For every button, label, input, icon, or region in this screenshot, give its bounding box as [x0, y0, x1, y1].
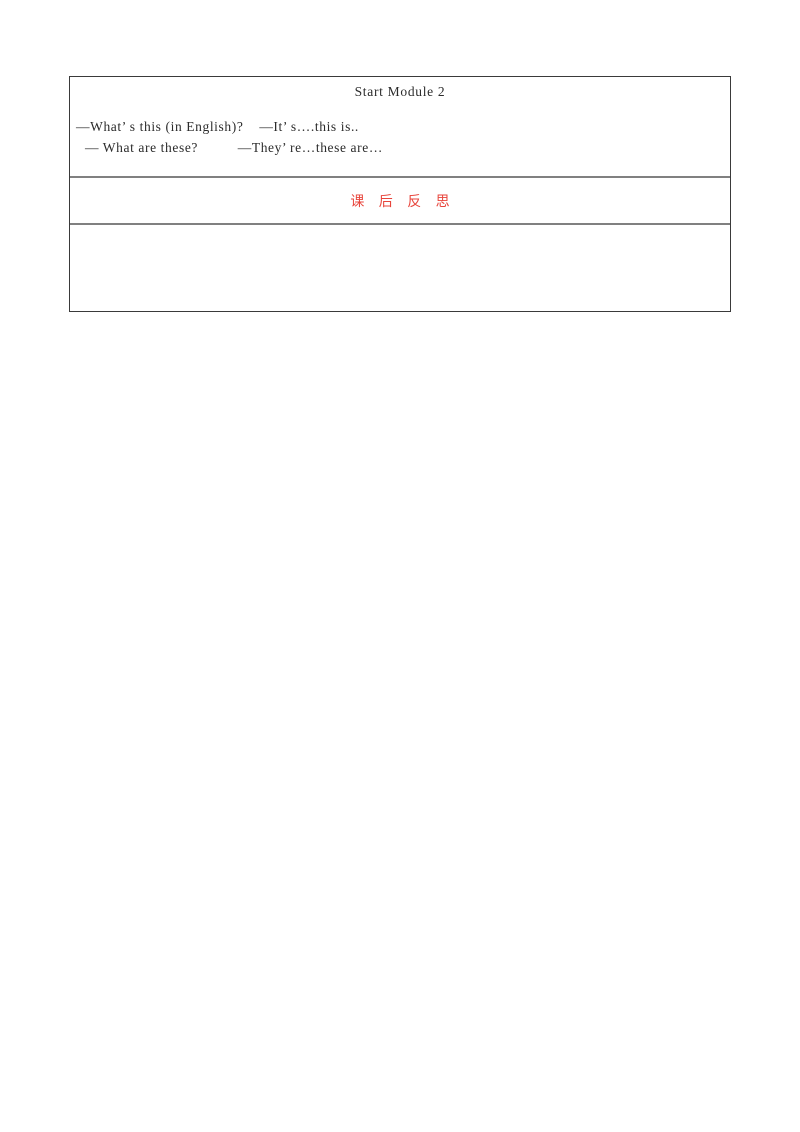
table-row-notes	[70, 223, 730, 311]
dialogue-block: —What’ s this (in English)? —It’ s….this…	[70, 116, 730, 158]
table-row-objectives: Start Module 2 —What’ s this (in English…	[70, 77, 730, 176]
dialogue-line-2: — What are these? —They’ re…these are…	[81, 140, 383, 155]
dialogue-line-1: —What’ s this (in English)? —It’ s….this…	[76, 119, 359, 134]
document-page: Start Module 2 —What’ s this (in English…	[0, 0, 800, 1132]
lesson-plan-table: Start Module 2 —What’ s this (in English…	[69, 76, 731, 312]
table-row-reflection: 课 后 反 思	[70, 176, 730, 223]
module-title: Start Module 2	[354, 84, 446, 99]
reflection-heading: 课 后 反 思	[350, 193, 455, 210]
notes-writing-area[interactable]	[70, 225, 730, 311]
